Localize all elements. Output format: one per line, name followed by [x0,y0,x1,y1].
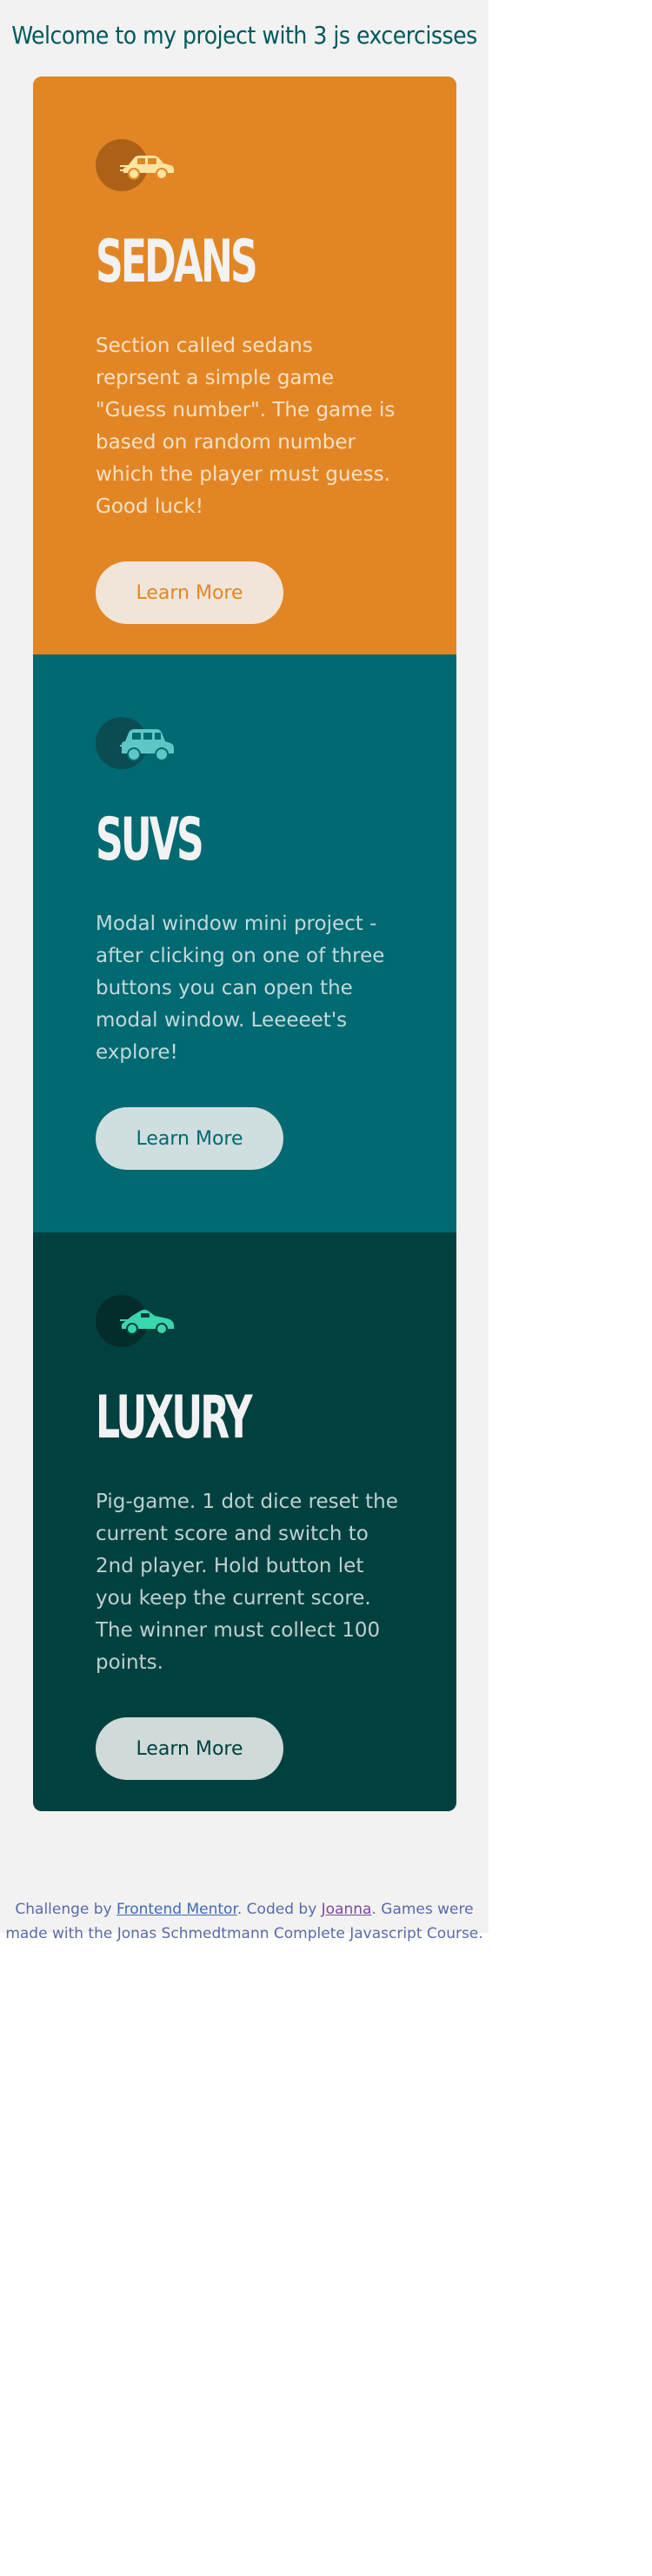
suv-car-icon [96,717,183,773]
luxury-car-icon [96,1295,183,1351]
card-sedans: Sedans Section called sedans reprsent a … [33,76,456,654]
attribution-middle: . Coded by [236,1901,322,1918]
page-title: Welcome to my project with 3 js excercis… [11,21,477,50]
attribution-prefix: Challenge by [15,1901,117,1918]
sedan-car-icon [96,139,183,195]
sedan-car-glyph [120,156,174,180]
frontend-mentor-link[interactable]: Frontend Mentor [116,1901,237,1918]
learn-more-button[interactable]: Learn More [96,1717,283,1780]
suv-car-glyph [120,729,174,761]
card-heading: SUVs [96,806,204,874]
card-description: Section called sedans reprsent a simple … [96,335,396,518]
learn-more-button[interactable]: Learn More [96,561,283,624]
card-description: Pig-game. 1 dot dice reset the current s… [96,1490,398,1674]
learn-more-button[interactable]: Learn More [96,1107,283,1170]
card-luxury: Luxury Pig-game. 1 dot dice reset the cu… [33,1232,456,1811]
luxury-car-glyph [120,1310,174,1335]
card-suvs: SUVs Modal window mini project - after c… [33,654,456,1232]
card-description: Modal window mini project - after clicki… [96,913,385,1064]
author-link[interactable]: Joanna [322,1901,372,1918]
attribution: Challenge by Frontend Mentor. Coded by J… [0,1897,489,1946]
card-heading: Luxury [96,1384,253,1452]
cards-container: Sedans Section called sedans reprsent a … [33,76,456,1811]
card-heading: Sedans [96,228,258,296]
